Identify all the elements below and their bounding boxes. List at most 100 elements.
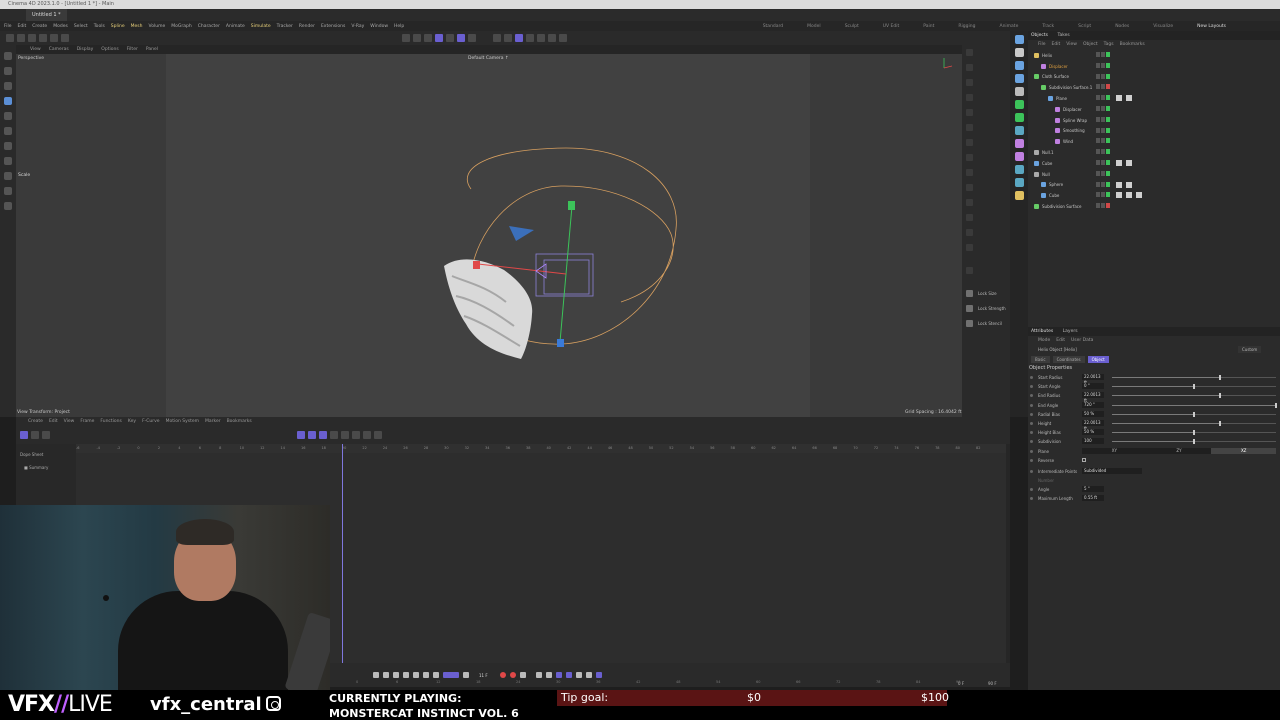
object-row[interactable]: Helix — [1028, 50, 1280, 61]
current-frame-field[interactable]: 11 F — [479, 673, 488, 678]
layout-uv-edit[interactable]: UV Edit — [883, 24, 900, 29]
object-tags[interactable] — [1116, 181, 1136, 188]
objects-menu-file[interactable]: File — [1038, 42, 1046, 47]
render-settings-icon[interactable] — [504, 34, 512, 42]
attribute-value-field[interactable]: 0 ° — [1082, 383, 1104, 390]
x-axis-cube[interactable] — [473, 261, 480, 269]
attribute-slider[interactable] — [1112, 384, 1276, 390]
attributes-menu-user-data[interactable]: User Data — [1071, 338, 1093, 343]
viewport-menu-cameras[interactable]: Cameras — [49, 47, 69, 52]
sound-icon[interactable] — [463, 672, 469, 678]
magnet-icon[interactable] — [4, 172, 12, 180]
field-icon[interactable] — [1014, 152, 1024, 161]
animate-dot-icon[interactable] — [1030, 394, 1033, 398]
objects-menu-bookmarks[interactable]: Bookmarks — [1120, 42, 1145, 47]
tab-attributes[interactable]: Attributes — [1031, 329, 1053, 334]
frame-all-icon[interactable] — [352, 431, 360, 439]
animate-dot-icon[interactable] — [1030, 385, 1033, 389]
keyframe-selection-icon[interactable] — [519, 672, 526, 678]
environment-icon[interactable] — [1014, 165, 1024, 174]
solo-icon[interactable] — [537, 34, 545, 42]
redo-icon[interactable] — [17, 34, 25, 42]
slider-knob[interactable] — [1193, 430, 1195, 436]
visibility-flags[interactable] — [1096, 73, 1111, 79]
timeline-menu-f-curve[interactable]: F-Curve — [142, 419, 160, 424]
sphere-icon[interactable] — [1014, 74, 1024, 83]
layout-sculpt[interactable]: Sculpt — [845, 24, 859, 29]
slider-knob[interactable] — [1193, 439, 1195, 445]
edges-mode-icon[interactable] — [413, 34, 421, 42]
object-row[interactable]: Displacer — [1028, 61, 1280, 72]
viewport-menu-view[interactable]: View — [30, 47, 41, 52]
attribute-value-field[interactable]: 22.0013 ft — [1082, 419, 1104, 431]
menu-edit[interactable]: Edit — [18, 24, 27, 29]
object-row[interactable]: Smoothing — [1028, 126, 1280, 137]
menu-extensions[interactable]: Extensions — [321, 24, 345, 29]
tab-objects[interactable]: Objects — [1031, 33, 1048, 38]
animate-dot-icon[interactable] — [1030, 458, 1033, 462]
plane-option-xy[interactable]: XY — [1082, 448, 1147, 454]
sculpt-icon[interactable] — [4, 202, 12, 210]
auto-key-icon[interactable] — [319, 431, 327, 439]
tag-icon[interactable] — [1126, 192, 1132, 199]
layout-paint[interactable]: Paint — [923, 24, 934, 29]
slider-knob[interactable] — [1219, 375, 1222, 380]
layout-new-layouts[interactable]: New Layouts — [1197, 24, 1226, 29]
object-row[interactable]: Displacer — [1028, 104, 1280, 115]
texture-mode-icon[interactable] — [446, 34, 454, 42]
menu-create[interactable]: Create — [32, 24, 47, 29]
visibility-flags[interactable] — [1096, 159, 1111, 165]
key-mode-toggle-icon[interactable] — [595, 672, 602, 678]
bottom-frame-ruler[interactable]: 0 6 12 18 24 30 36 42 48 54 60 66 72 78 84 90 — [356, 679, 976, 686]
document-tab[interactable]: Untitled 1 * — [26, 9, 67, 21]
attribute-slider[interactable] — [1112, 420, 1276, 426]
subtab-basic[interactable]: Basic — [1031, 355, 1050, 363]
previous-frame-icon[interactable] — [393, 672, 399, 678]
cloner-icon[interactable] — [1014, 113, 1024, 122]
tag-icon[interactable] — [1126, 159, 1132, 166]
tag-icon[interactable] — [1116, 95, 1122, 102]
go-to-end-icon[interactable] — [433, 672, 439, 678]
go-to-start-icon[interactable] — [373, 672, 379, 678]
visibility-flags[interactable] — [1096, 203, 1111, 209]
menu-v-ray[interactable]: V-Ray — [351, 24, 364, 29]
menu-tools[interactable]: Tools — [94, 24, 105, 29]
lock-stencil-button[interactable]: Lock Stencil — [962, 316, 1010, 331]
grid-icon[interactable] — [515, 34, 523, 42]
attribute-slider[interactable] — [1112, 393, 1276, 399]
deformer-icon[interactable] — [1014, 139, 1024, 148]
animate-dot-icon[interactable] — [1030, 440, 1033, 444]
summary-item[interactable]: ■ Summary — [16, 457, 76, 470]
light-icon[interactable] — [1014, 191, 1024, 200]
attribute-value-field[interactable]: 720 ° — [1082, 401, 1104, 408]
attributes-menu-edit[interactable]: Edit — [1056, 338, 1065, 343]
key-point-icon[interactable] — [585, 672, 592, 678]
key-position-icon[interactable] — [535, 672, 542, 678]
key-pla-icon[interactable] — [575, 672, 582, 678]
timeline-menu-functions[interactable]: Functions — [100, 419, 122, 424]
visibility-flags[interactable] — [1096, 95, 1111, 101]
attribute-slider[interactable] — [1112, 375, 1276, 380]
attribute-value-field[interactable]: 100 — [1082, 438, 1104, 445]
animate-dot-icon[interactable] — [1030, 403, 1033, 407]
zoom-icon[interactable] — [363, 431, 371, 439]
key-rotation-icon[interactable] — [545, 672, 552, 678]
viewport-menu-panel[interactable]: Panel — [146, 47, 158, 52]
menu-character[interactable]: Character — [198, 24, 220, 29]
subtab-object[interactable]: Object — [1087, 355, 1109, 363]
object-row[interactable]: Subdivision Surface — [1028, 201, 1280, 212]
viewport[interactable]: Perspective Default Camera ↑ Scale View … — [16, 54, 962, 417]
spline-pen-icon[interactable] — [1014, 48, 1024, 57]
object-row[interactable]: Cloth Surface — [1028, 72, 1280, 83]
attribute-value-field[interactable]: 22.0013 ft — [1082, 392, 1104, 403]
play-icon[interactable] — [403, 672, 409, 678]
menu-modes[interactable]: Modes — [53, 24, 68, 29]
render-region-icon[interactable] — [548, 34, 556, 42]
animate-dot-icon[interactable] — [1030, 431, 1033, 435]
fcurve-icon[interactable] — [31, 431, 39, 439]
angle-field[interactable]: 5 ° — [1082, 486, 1104, 493]
picture-viewer-icon[interactable] — [559, 34, 567, 42]
menu-animate[interactable]: Animate — [226, 24, 245, 29]
object-tags[interactable] — [1116, 159, 1136, 166]
paint-icon[interactable] — [4, 157, 12, 165]
